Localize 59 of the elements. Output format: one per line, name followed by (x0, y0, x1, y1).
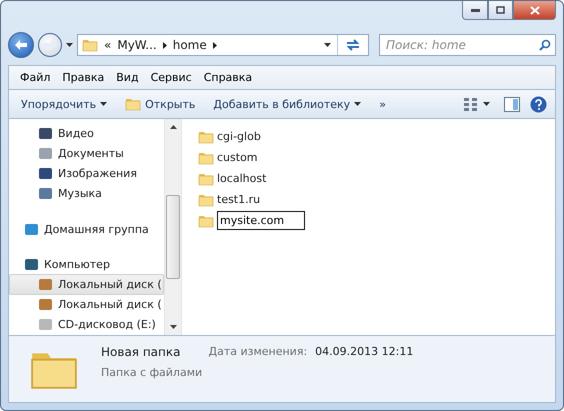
folder-name[interactable]: test1.ru (217, 193, 260, 206)
maximize-button[interactable] (488, 1, 513, 20)
folder-name[interactable]: cgi-glob (217, 130, 261, 143)
caret-icon (324, 43, 331, 47)
scrollbar-thumb[interactable] (166, 195, 180, 279)
forward-button[interactable] (38, 33, 62, 57)
preview-pane-icon[interactable] (504, 96, 520, 112)
caret-icon (354, 102, 362, 106)
minimize-icon (470, 8, 480, 12)
breadcrumb[interactable]: MyW... (117, 38, 157, 52)
scroll-down-icon (170, 325, 176, 329)
address-bar[interactable]: « MyW... home (77, 34, 369, 56)
date-label: Дата изменения: (208, 345, 308, 359)
item-name: Новая папка (101, 345, 180, 359)
back-button[interactable] (8, 32, 34, 58)
toolbar-button[interactable]: Добавить в библиотеку (209, 96, 366, 112)
caret-icon (66, 43, 73, 47)
scroll-up-icon (170, 125, 176, 129)
chevron-icon (162, 42, 167, 48)
close-icon (530, 6, 540, 14)
caret-icon (100, 102, 108, 106)
sidebar-item[interactable]: CD-дисковод (E:) (9, 314, 164, 335)
chevron-icon (212, 42, 217, 48)
toolbar-button[interactable]: Упорядочить (17, 96, 112, 112)
menu-item[interactable]: Справка (198, 69, 258, 86)
search-icon (539, 39, 551, 51)
item-type: Папка с файлами (101, 366, 204, 379)
open-button[interactable]: Открыть (121, 94, 200, 114)
maximize-icon (496, 6, 505, 14)
folder-name[interactable]: custom (217, 151, 258, 164)
sidebar-item[interactable]: Музыка (9, 184, 164, 204)
close-button[interactable] (513, 1, 556, 20)
breadcrumb[interactable]: « (104, 38, 112, 52)
minimize-button[interactable] (462, 1, 488, 20)
folder-icon (82, 37, 98, 53)
caret-icon (483, 102, 490, 106)
date-value: 04.09.2013 12:11 (315, 345, 414, 359)
search-field[interactable]: Поиск: home (379, 34, 556, 56)
sidebar-item[interactable]: Компьютер (9, 254, 164, 274)
arrow-left-icon (15, 40, 27, 50)
arrow-right-icon (44, 40, 56, 50)
sidebar-item[interactable]: Документы (9, 143, 164, 164)
menu-item[interactable]: Правка (57, 69, 110, 86)
menu-item[interactable]: Файл (15, 69, 56, 86)
rename-field[interactable]: mysite.com (217, 211, 305, 230)
more-button[interactable]: » (375, 96, 390, 112)
view-icon (463, 97, 479, 111)
scrollbar[interactable] (164, 119, 181, 335)
sidebar-item[interactable]: Локальный диск ( (9, 294, 164, 315)
menu-item[interactable]: Вид (111, 69, 144, 86)
help-icon[interactable] (530, 96, 547, 112)
menu-item[interactable]: Сервис (146, 69, 197, 86)
folder-icon (125, 96, 142, 112)
breadcrumb[interactable]: home (172, 38, 207, 52)
sidebar-item[interactable]: Домашняя группа (9, 220, 164, 240)
folder-name[interactable]: localhost (217, 172, 266, 185)
sidebar-item[interactable]: Изображения (9, 163, 164, 184)
sidebar-item[interactable]: Видео (9, 123, 164, 144)
sidebar-item[interactable]: Локальный диск ( (9, 274, 164, 295)
